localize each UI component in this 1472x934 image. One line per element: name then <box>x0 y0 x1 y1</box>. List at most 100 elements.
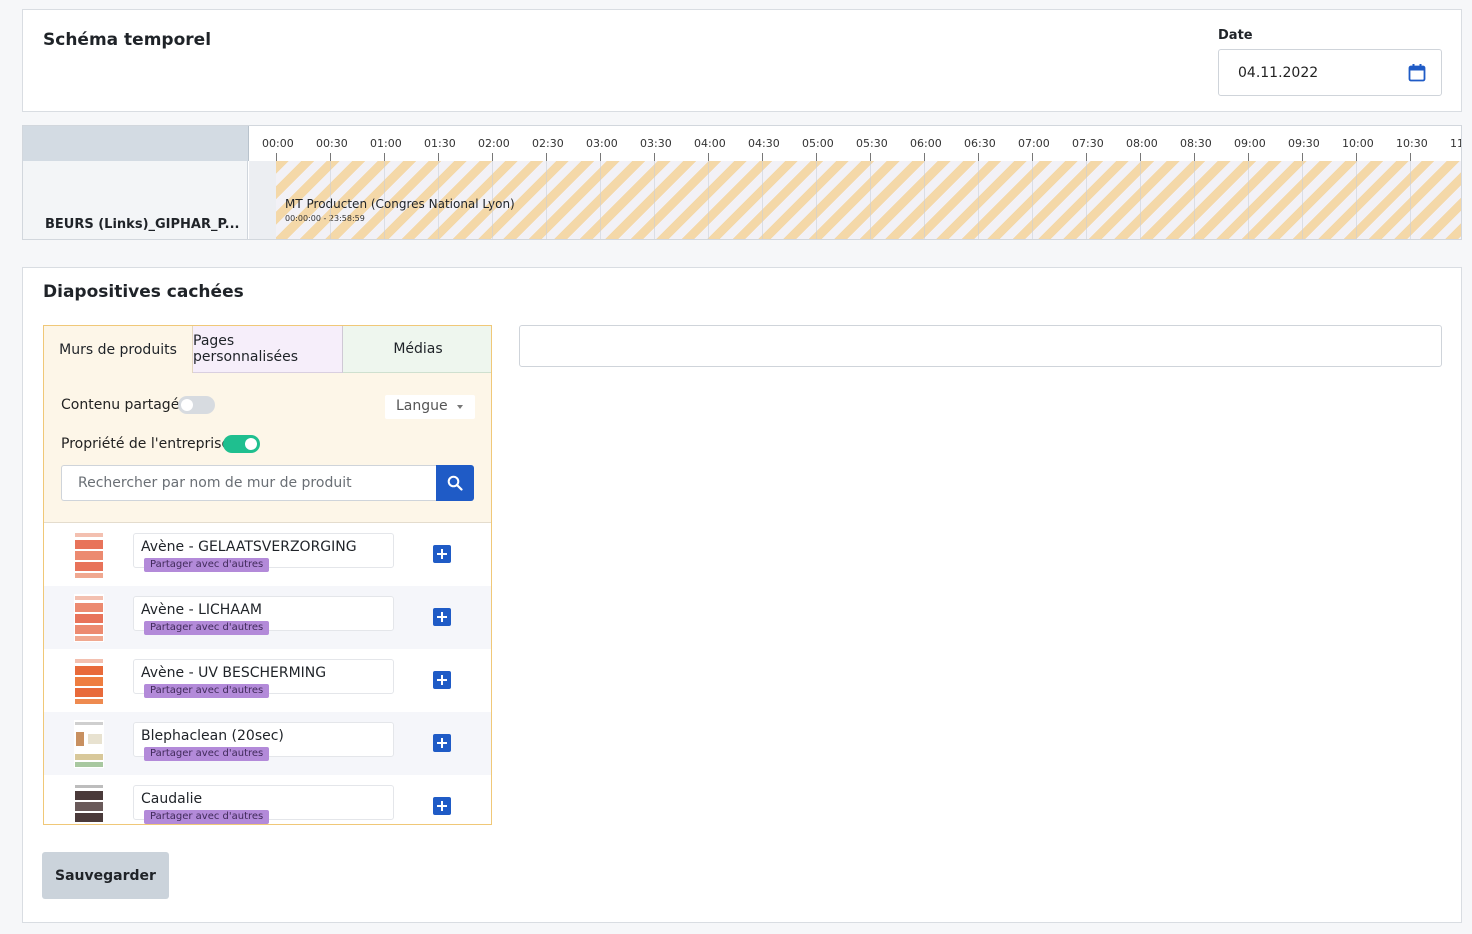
timeline-tick-label: 04:30 <box>748 137 780 150</box>
timeline-tick-label: 08:00 <box>1126 137 1158 150</box>
timeline-ruler: 00:00 00:30 01:00 01:30 02:00 02:30 03:00 03:30… <box>249 126 1461 161</box>
timeline-tick-mark <box>708 153 709 161</box>
timeline-tick-mark <box>600 153 601 161</box>
product-wall-name: Avène - UV BESCHERMING <box>141 665 327 681</box>
product-wall-card[interactable]: Blephaclean (20sec) Partager avec d'autr… <box>133 722 394 761</box>
timeline-tick-label: 01:30 <box>424 137 456 150</box>
add-button[interactable] <box>433 734 451 752</box>
timeline-tick-label: 05:30 <box>856 137 888 150</box>
preview-area <box>519 325 1442 367</box>
timeline-tick-mark <box>1086 153 1087 161</box>
hidden-slides-card: Diapositives cachées Murs de produits Pa… <box>22 267 1462 923</box>
content-panel: Murs de produits Pages personnalisées Mé… <box>43 325 492 825</box>
product-wall-card[interactable]: Avène - GELAATSVERZORGING Partager avec … <box>133 533 394 572</box>
timeline-tick-label: 11:00 <box>1450 137 1461 150</box>
timeline-tick-label: 09:00 <box>1234 137 1266 150</box>
search-input[interactable] <box>61 465 437 501</box>
timeline-event-title: MT Producten (Congres National Lyon) <box>285 197 515 211</box>
timeline-tick-mark <box>870 153 871 161</box>
add-button[interactable] <box>433 608 451 626</box>
product-wall-list: Avène - GELAATSVERZORGING Partager avec … <box>44 523 491 824</box>
timeline-event-time: 00:00:00 - 23:58:59 <box>285 214 365 223</box>
date-label: Date <box>1218 28 1253 43</box>
timeline-grid-line <box>546 161 547 239</box>
timeline-tick-mark <box>1302 153 1303 161</box>
save-button[interactable]: Sauvegarder <box>42 852 169 899</box>
timeline-tick-mark <box>1248 153 1249 161</box>
calendar-icon[interactable] <box>1407 63 1427 83</box>
plus-icon <box>437 801 447 811</box>
timeline-tick-label: 05:00 <box>802 137 834 150</box>
timeline-grid-line <box>1086 161 1087 239</box>
timeline-tick-label: 03:00 <box>586 137 618 150</box>
shared-content-toggle[interactable] <box>178 396 215 414</box>
product-wall-name: Blephaclean (20sec) <box>141 728 284 744</box>
search-button[interactable] <box>436 465 474 501</box>
product-wall-card[interactable]: Avène - UV BESCHERMING Partager avec d'a… <box>133 659 394 698</box>
add-button[interactable] <box>433 545 451 563</box>
add-button[interactable] <box>433 797 451 815</box>
product-wall-card[interactable]: Avène - LICHAAM Partager avec d'autres <box>133 596 394 635</box>
timeline-track: MT Producten (Congres National Lyon) 00:… <box>249 161 1461 239</box>
product-wall-card[interactable]: Caudalie Partager avec d'autres <box>133 785 394 824</box>
company-property-toggle[interactable] <box>223 435 260 453</box>
timeline-grid-line <box>1356 161 1357 239</box>
timeline-grid-line <box>384 161 385 239</box>
product-wall-thumbnail <box>74 657 104 705</box>
timeline-tick-label: 06:30 <box>964 137 996 150</box>
timeline-tick-mark <box>276 153 277 161</box>
add-button[interactable] <box>433 671 451 689</box>
tab-media[interactable]: Médias <box>343 326 491 373</box>
filters: Contenu partagé Langue Propriété de l'en… <box>44 373 491 523</box>
chevron-down-icon <box>457 405 463 409</box>
timeline-grid-line <box>708 161 709 239</box>
tab-custom-pages[interactable]: Pages personnalisées <box>193 326 343 373</box>
share-badge: Partager avec d'autres <box>144 684 270 698</box>
plus-icon <box>437 675 447 685</box>
timeline-grid-line <box>492 161 493 239</box>
timeline-tick-mark <box>1356 153 1357 161</box>
plus-icon <box>437 738 447 748</box>
timeline-tick-mark <box>816 153 817 161</box>
tab-product-walls[interactable]: Murs de produits <box>44 326 193 373</box>
timeline-grid-line <box>1140 161 1141 239</box>
product-wall-name: Caudalie <box>141 791 203 807</box>
list-item: Avène - GELAATSVERZORGING Partager avec … <box>44 523 491 586</box>
timeline-tick-mark <box>1194 153 1195 161</box>
timeline-tick-mark <box>1410 153 1411 161</box>
timeline-tick-label: 08:30 <box>1180 137 1212 150</box>
timeline-event[interactable]: MT Producten (Congres National Lyon) 00:… <box>276 161 1461 239</box>
timeline-tick-mark <box>654 153 655 161</box>
timeline: 00:00 00:30 01:00 01:30 02:00 02:30 03:00 03:30… <box>22 125 1462 240</box>
product-wall-thumbnail <box>74 720 104 768</box>
search-icon <box>447 475 463 491</box>
timeline-grid-line <box>1248 161 1249 239</box>
plus-icon <box>437 549 447 559</box>
timeline-tick-label: 02:30 <box>532 137 564 150</box>
list-item: Avène - UV BESCHERMING Partager avec d'a… <box>44 649 491 712</box>
timeline-grid-line <box>330 161 331 239</box>
timeline-tick-mark <box>924 153 925 161</box>
timeline-tick-label: 07:30 <box>1072 137 1104 150</box>
date-field[interactable]: 04.11.2022 <box>1218 49 1442 96</box>
product-wall-name: Avène - GELAATSVERZORGING <box>141 539 357 555</box>
timeline-tick-label: 01:00 <box>370 137 402 150</box>
toggle-knob <box>245 438 257 450</box>
timeline-tick-mark <box>438 153 439 161</box>
language-select[interactable]: Langue <box>385 395 475 419</box>
timeline-tick-mark <box>1032 153 1033 161</box>
timeline-tick-label: 09:30 <box>1288 137 1320 150</box>
page-title: Schéma temporel <box>43 30 212 50</box>
timeline-tick-mark <box>546 153 547 161</box>
timeline-tick-mark <box>762 153 763 161</box>
timeline-tick-label: 00:00 <box>262 137 294 150</box>
timeline-tick-mark <box>1140 153 1141 161</box>
toggle-knob <box>181 399 193 411</box>
timeline-grid-line <box>870 161 871 239</box>
timeline-tick-label: 07:00 <box>1018 137 1050 150</box>
plus-icon <box>437 612 447 622</box>
timeline-tick-mark <box>330 153 331 161</box>
timeline-tick-mark <box>492 153 493 161</box>
timeline-tick-label: 02:00 <box>478 137 510 150</box>
timeline-grid-line <box>978 161 979 239</box>
